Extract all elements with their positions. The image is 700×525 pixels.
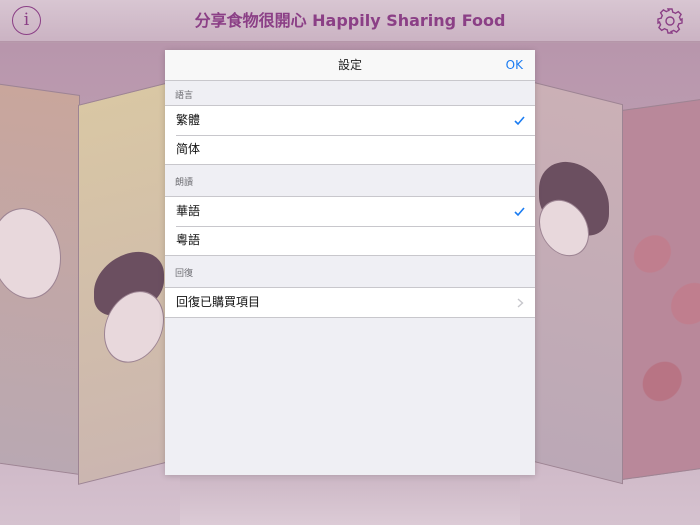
section-header-restore: 回復: [175, 269, 194, 279]
section-header-language: 語言: [175, 91, 194, 101]
floor-reflection: [180, 478, 520, 525]
option-label: 華語: [176, 204, 201, 218]
section-header-narration: 朗讀: [175, 178, 194, 188]
chevron-right-icon: [517, 298, 524, 308]
option-mandarin[interactable]: 華語: [165, 197, 535, 226]
option-cantonese[interactable]: 粵語: [165, 226, 535, 255]
option-label: 回復已購買項目: [176, 295, 261, 309]
option-simplified-chinese[interactable]: 简体: [165, 135, 535, 164]
restore-group: 回復已購買項目: [165, 287, 535, 318]
option-label: 繁體: [176, 113, 201, 127]
modal-nav-bar: 設定 OK: [165, 50, 535, 81]
language-group: 繁體 简体: [165, 105, 535, 165]
option-label: 粵語: [176, 233, 201, 247]
modal-title: 設定: [337, 58, 362, 72]
narration-group: 華語 粵語: [165, 196, 535, 256]
story-card: [533, 81, 623, 485]
story-card: [622, 95, 700, 481]
restore-purchases-row[interactable]: 回復已購買項目: [165, 288, 535, 317]
check-icon: [514, 207, 525, 217]
option-label: 简体: [176, 142, 201, 156]
gear-icon[interactable]: [656, 7, 684, 35]
story-card: [78, 81, 173, 485]
app-header: i 分享食物很開心 Happily Sharing Food: [0, 0, 700, 42]
story-card: [0, 80, 80, 476]
app-title: 分享食物很開心 Happily Sharing Food: [194, 11, 506, 30]
option-traditional-chinese[interactable]: 繁體: [165, 106, 535, 135]
settings-modal: 設定 OK 語言 繁體 简体 朗讀 華語 粵語 回復 回復已購買項目: [165, 50, 535, 475]
ok-button[interactable]: OK: [506, 50, 523, 81]
check-icon: [514, 116, 525, 126]
